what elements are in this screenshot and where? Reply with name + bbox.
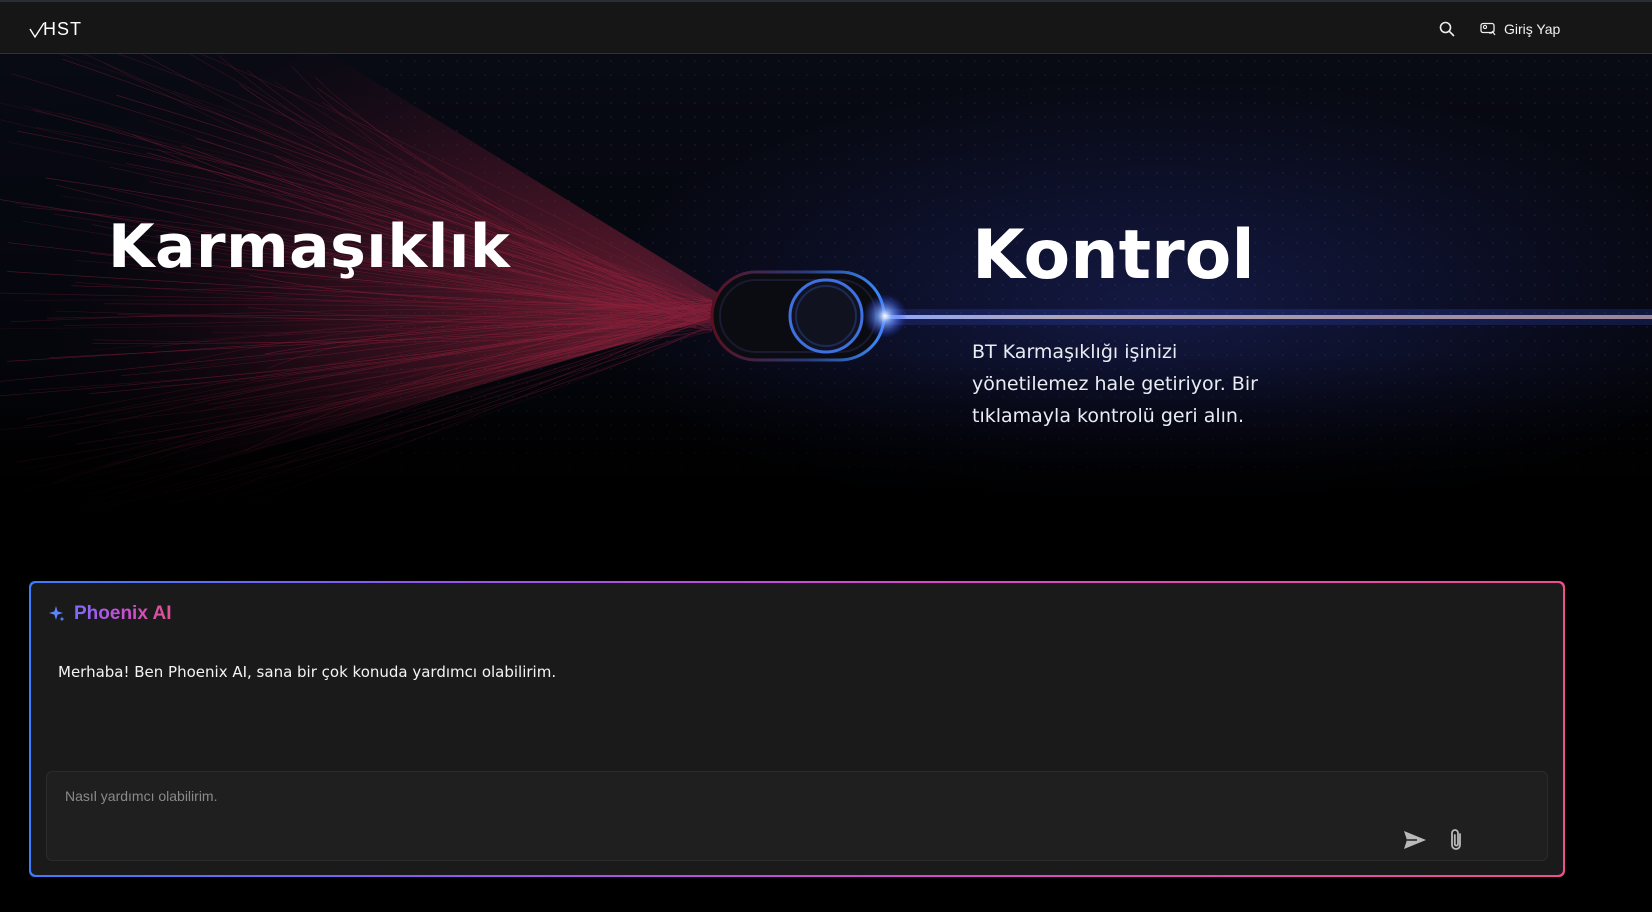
chat-title: Phoenix AI: [74, 603, 172, 624]
login-label: Giriş Yap: [1504, 21, 1561, 37]
chat-input[interactable]: [47, 772, 1547, 860]
search-icon: [1439, 21, 1455, 37]
hero-section: Karmaşıklık Kontrol BT Karmaşıklığı işin…: [0, 54, 1652, 534]
hero-bottom-fade: [0, 354, 1652, 534]
site-logo[interactable]: HST: [28, 18, 84, 40]
chat-panel: Phoenix AI Merhaba! Ben Phoenix AI, sana…: [31, 583, 1563, 875]
user-card-icon: [1480, 22, 1496, 36]
hero-title-control: Kontrol: [972, 216, 1255, 295]
chat-header: Phoenix AI: [48, 603, 171, 625]
sparkle-icon: [49, 606, 65, 622]
send-icon[interactable]: [1403, 830, 1427, 850]
top-navigation-bar: HST Giriş Yap: [0, 0, 1652, 54]
chat-input-container: [46, 771, 1548, 861]
paperclip-icon[interactable]: [1447, 828, 1467, 852]
login-button[interactable]: Giriş Yap: [1480, 21, 1560, 37]
chat-panel-border: Phoenix AI Merhaba! Ben Phoenix AI, sana…: [29, 581, 1565, 877]
search-button[interactable]: [1436, 18, 1458, 40]
hero-title-complexity: Karmaşıklık: [108, 212, 511, 282]
logo-text: HST: [43, 19, 82, 39]
assistant-message: Merhaba! Ben Phoenix AI, sana bir çok ko…: [58, 663, 557, 681]
hero-description: BT Karmaşıklığı işinizi yönetilemez hale…: [972, 341, 1258, 427]
